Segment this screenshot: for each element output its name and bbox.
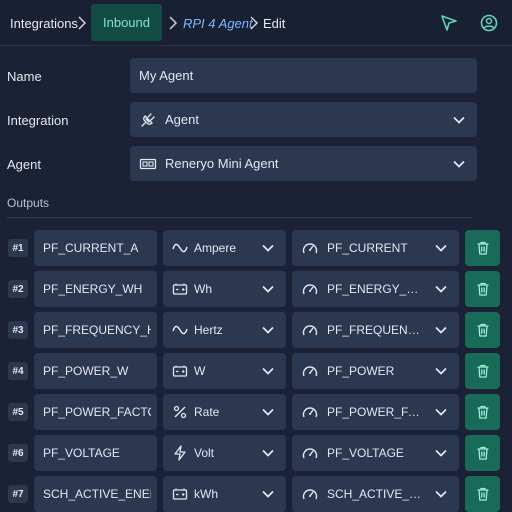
metric-value: SCH_ACTIVE_ENERGY [327, 487, 423, 501]
delete-button[interactable] [465, 230, 500, 266]
agent-select[interactable]: Reneryo Mini Agent [130, 146, 477, 181]
metric-value: PF_CURRENT [327, 241, 408, 255]
delete-button[interactable] [465, 476, 500, 512]
breadcrumb-integrations[interactable]: Integrations [10, 0, 78, 46]
scrollbar[interactable] [506, 46, 512, 512]
unit-value: Volt [194, 446, 215, 460]
breadcrumb-edit: Edit [263, 15, 286, 31]
row-number: #4 [8, 362, 28, 380]
trash-icon [475, 322, 491, 338]
row-number: #7 [8, 485, 28, 503]
send-icon[interactable] [439, 13, 459, 33]
metric-value: PF_POWER_FACTOR [327, 405, 423, 419]
delete-button[interactable] [465, 271, 500, 307]
delete-button[interactable] [465, 394, 500, 430]
chevron-down-icon [453, 116, 465, 124]
output-name-value[interactable]: PF_FREQUENCY_HZ [43, 323, 151, 337]
output-row: #3 PF_FREQUENCY_HZ Hertz PF_FREQUENCY [0, 312, 512, 348]
agent-value: Reneryo Mini Agent [165, 156, 279, 171]
user-circle-icon[interactable] [479, 13, 499, 33]
trash-icon [475, 404, 491, 420]
output-row: #4 PF_POWER_W W PF_POWER [0, 353, 512, 389]
chevron-right-icon [169, 16, 178, 30]
row-number: #2 [8, 280, 28, 298]
integration-value: Agent [165, 112, 199, 127]
unit-select[interactable]: Hertz [163, 312, 286, 348]
unit-value: Wh [194, 282, 212, 296]
output-name-value[interactable]: SCH_ACTIVE_ENERGY [43, 487, 151, 501]
output-row: #6 PF_VOLTAGE Volt PF_VOLTAGE [0, 435, 512, 471]
row-number: #3 [8, 321, 28, 339]
trash-icon [475, 281, 491, 297]
delete-button[interactable] [465, 353, 500, 389]
breadcrumb-agent[interactable]: RPI 4 Agent [183, 0, 253, 46]
metric-value: PF_VOLTAGE [327, 446, 404, 460]
metric-value: PF_FREQUENCY [327, 323, 423, 337]
unit-select[interactable]: W [163, 353, 286, 389]
metric-select[interactable]: PF_VOLTAGE [292, 435, 459, 471]
unit-value: Rate [194, 405, 220, 419]
unit-select[interactable]: Ampere [163, 230, 286, 266]
trash-icon [475, 486, 491, 502]
divider [7, 217, 472, 218]
outputs-title: Outputs [7, 196, 50, 210]
unit-value: Ampere [194, 241, 237, 255]
trash-icon [475, 240, 491, 256]
row-number: #1 [8, 239, 28, 257]
unit-value: kWh [194, 487, 218, 501]
output-name-input[interactable]: PF_FREQUENCY_HZ [34, 312, 157, 348]
unit-select[interactable]: kWh [163, 476, 286, 512]
metric-select[interactable]: PF_FREQUENCY [292, 312, 459, 348]
metric-select[interactable]: PF_CURRENT [292, 230, 459, 266]
chevron-right-icon [250, 16, 259, 30]
output-row: #7 SCH_ACTIVE_ENERGY kWh SCH_ACTIVE_ENERGY [0, 476, 512, 512]
metric-select[interactable]: PF_POWER [292, 353, 459, 389]
delete-button[interactable] [465, 312, 500, 348]
chevron-down-icon [453, 160, 465, 168]
delete-button[interactable] [465, 435, 500, 471]
output-row: #5 PF_POWER_FACTOR Rate PF_POWER_FACTOR [0, 394, 512, 430]
output-name-value[interactable]: PF_ENERGY_WH [43, 282, 151, 296]
unit-select[interactable]: Rate [163, 394, 286, 430]
breadcrumb-inbound[interactable]: Inbound [91, 4, 162, 41]
unit-select[interactable]: Volt [163, 435, 286, 471]
integration-select[interactable]: Agent [130, 102, 477, 137]
output-row: #1 PF_CURRENT_A Ampere PF_CURRENT [0, 230, 512, 266]
metric-select[interactable]: PF_ENERGY_DELTA [292, 271, 459, 307]
metric-value: PF_ENERGY_DELTA [327, 282, 423, 296]
unit-select[interactable]: Wh [163, 271, 286, 307]
metric-value: PF_POWER [327, 364, 395, 378]
unit-value: Hertz [194, 323, 223, 337]
output-name-input[interactable]: PF_POWER_W [34, 353, 157, 389]
trash-icon [475, 363, 491, 379]
name-label: Name [7, 69, 42, 84]
agent-label: Agent [7, 157, 41, 172]
chevron-right-icon [78, 16, 87, 30]
row-number: #6 [8, 444, 28, 462]
output-name-input[interactable]: SCH_ACTIVE_ENERGY [34, 476, 157, 512]
unit-value: W [194, 364, 206, 378]
device-icon [139, 158, 157, 170]
name-input[interactable]: My Agent [130, 58, 477, 93]
output-name-value[interactable]: PF_POWER_W [43, 364, 151, 378]
output-row: #2 PF_ENERGY_WH Wh PF_ENERGY_DELTA [0, 271, 512, 307]
row-number: #5 [8, 403, 28, 421]
output-name-input[interactable]: PF_VOLTAGE [34, 435, 157, 471]
trash-icon [475, 445, 491, 461]
metric-select[interactable]: PF_POWER_FACTOR [292, 394, 459, 430]
output-name-input[interactable]: PF_CURRENT_A [34, 230, 157, 266]
output-name-input[interactable]: PF_ENERGY_WH [34, 271, 157, 307]
name-value[interactable]: My Agent [139, 68, 193, 83]
metric-select[interactable]: SCH_ACTIVE_ENERGY [292, 476, 459, 512]
plug-icon [141, 113, 155, 127]
output-name-input[interactable]: PF_POWER_FACTOR [34, 394, 157, 430]
integration-label: Integration [7, 113, 69, 128]
output-name-value[interactable]: PF_VOLTAGE [43, 446, 151, 460]
output-name-value[interactable]: PF_CURRENT_A [43, 241, 151, 255]
output-name-value[interactable]: PF_POWER_FACTOR [43, 405, 151, 419]
top-bar: Integrations Inbound RPI 4 Agent Edit [0, 0, 512, 46]
